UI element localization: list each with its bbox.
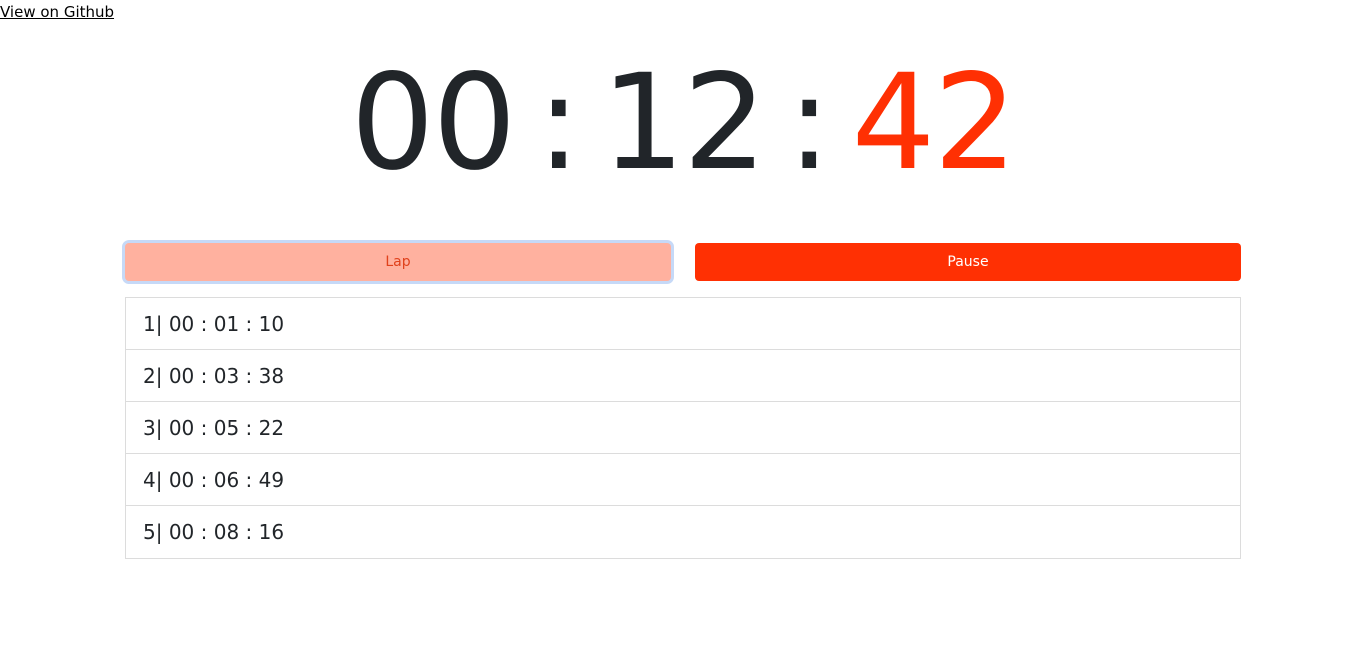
timer-hours: 00 <box>350 46 517 200</box>
lap-item: 3| 00 : 05 : 22 <box>126 402 1240 454</box>
lap-item: 1| 00 : 01 : 10 <box>126 298 1240 350</box>
timer-separator: : <box>536 46 581 200</box>
timer-seconds: 42 <box>851 46 1017 200</box>
controls: Lap Pause <box>125 243 1241 281</box>
timer-minutes: 12 <box>601 46 767 200</box>
lap-button[interactable]: Lap <box>125 243 671 281</box>
github-link[interactable]: View on Github <box>0 3 114 21</box>
lap-item: 2| 00 : 03 : 38 <box>126 350 1240 402</box>
stopwatch-display: 00:12:42 <box>0 48 1366 198</box>
laps-list: 1| 00 : 01 : 10 2| 00 : 03 : 38 3| 00 : … <box>125 297 1241 559</box>
lap-item: 4| 00 : 06 : 49 <box>126 454 1240 506</box>
lap-item: 5| 00 : 08 : 16 <box>143 520 285 544</box>
pause-button[interactable]: Pause <box>695 243 1241 281</box>
timer-separator: : <box>786 46 831 200</box>
